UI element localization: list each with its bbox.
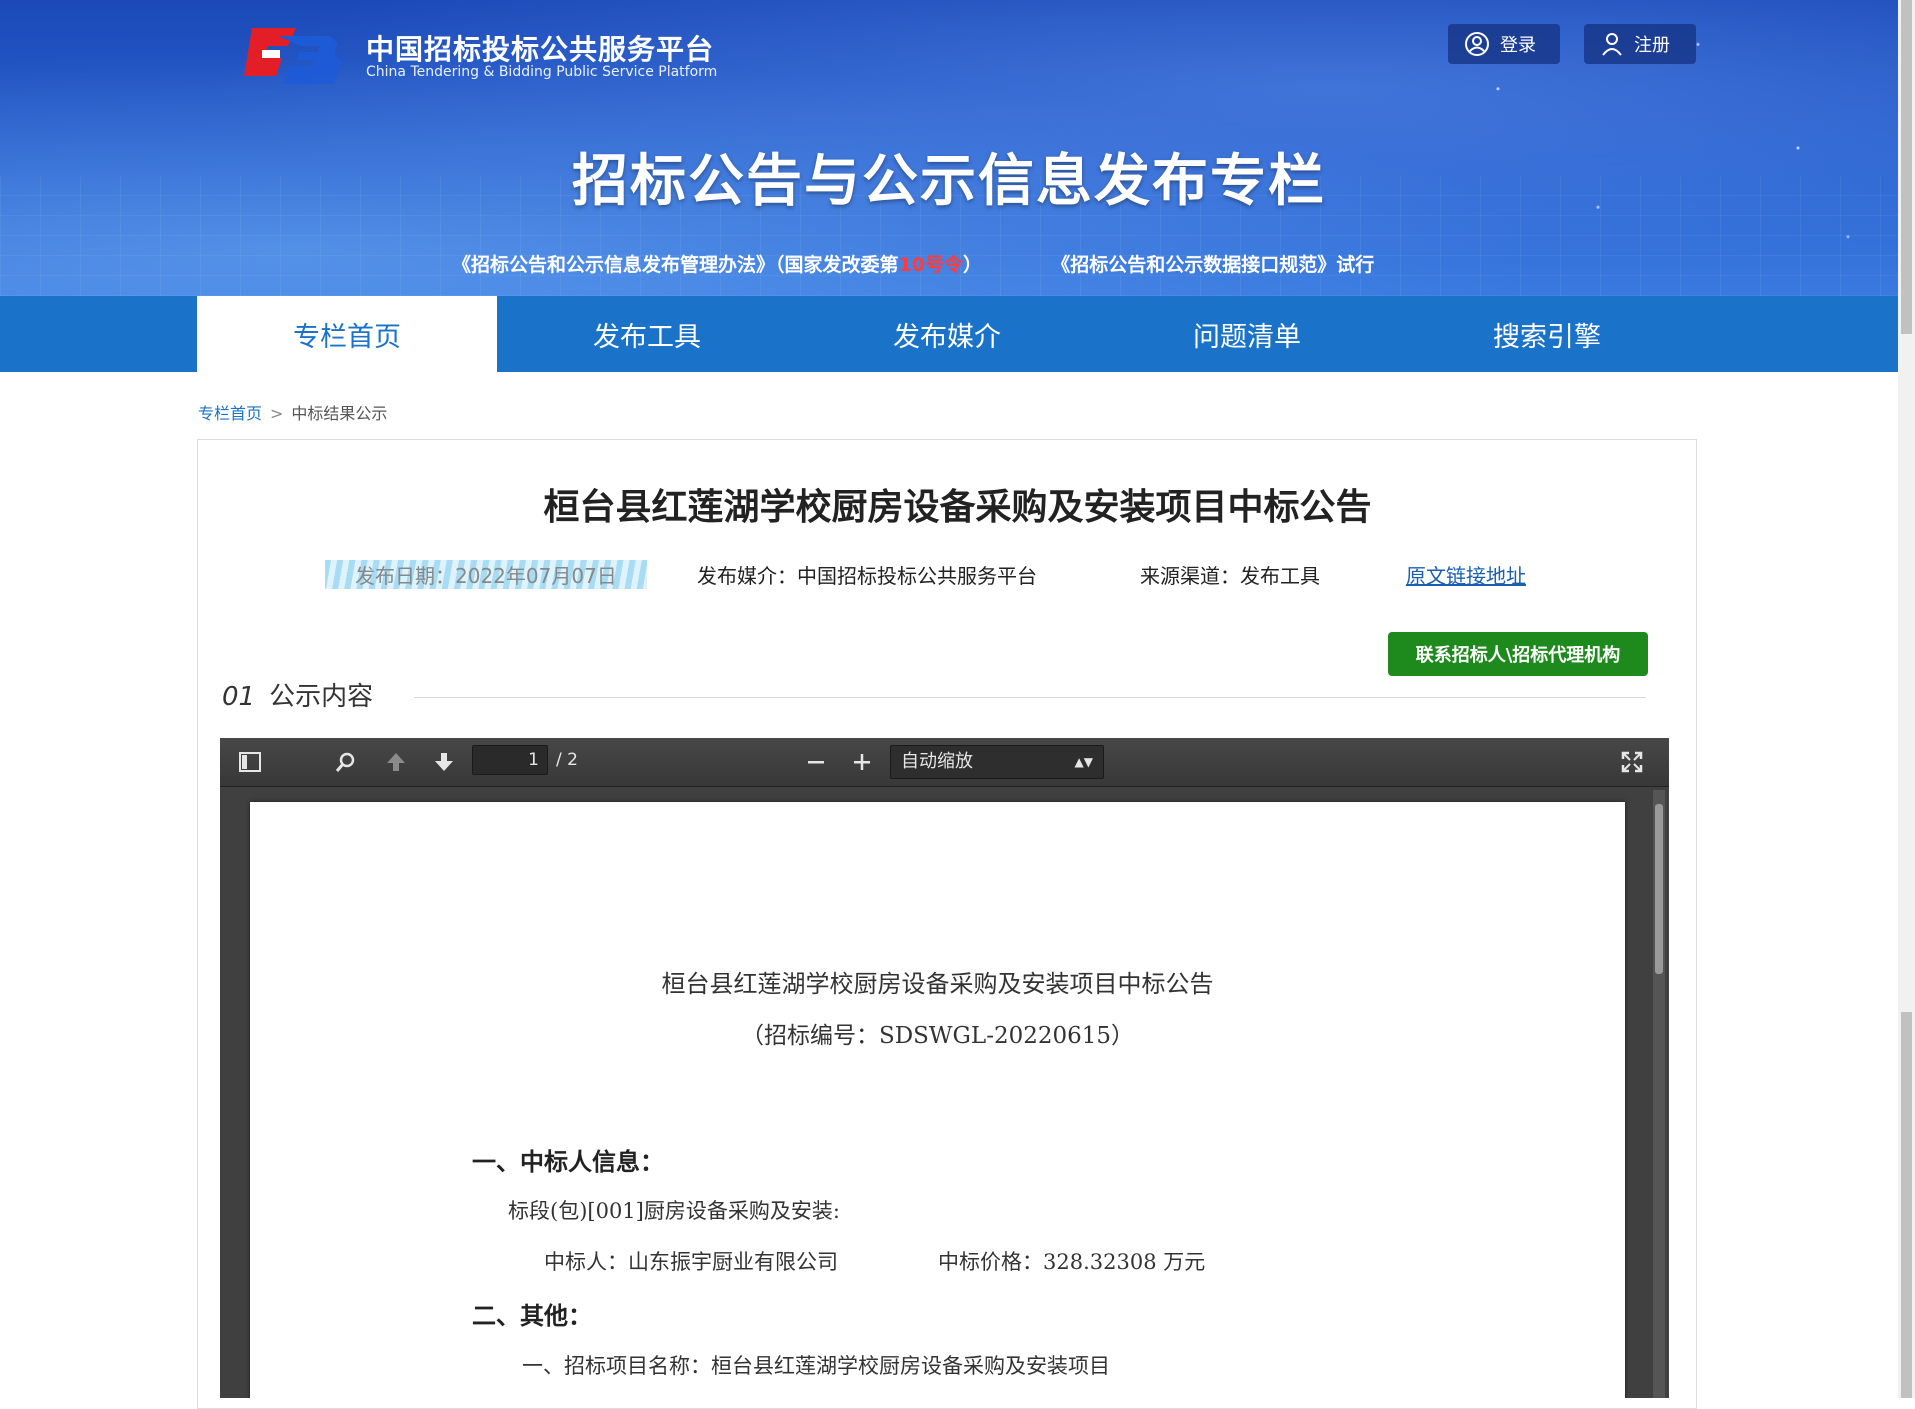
login-label: 登录 [1500,35,1536,56]
banner-title: 招标公告与公示信息发布专栏 [572,149,1326,214]
article-title: 桓台县红莲湖学校厨房设备采购及安装项目中标公告 [543,487,1372,528]
select-arrows-icon: ▲▼ [1074,755,1093,769]
zoom-select-value: 自动缩放 [901,751,973,772]
breadcrumb-current: 中标结果公示 [291,404,388,423]
user-circle-icon [1465,32,1489,56]
interface-spec-link[interactable]: 《招标公告和公示数据接口规范》试行 [1051,254,1374,276]
page-number-input[interactable]: 1 [472,745,548,775]
search-icon[interactable] [332,748,360,776]
doc-title: 桓台县红莲湖学校厨房设备采购及安装项目中标公告 [661,970,1214,998]
breadcrumb: 专栏首页 > 中标结果公示 [198,400,387,424]
publish-date: 发布日期：2022年07月07日 [325,560,647,589]
next-page-icon[interactable] [430,748,458,776]
user-icon [1602,33,1622,56]
banner-links: 《招标公告和公示信息发布管理办法》（国家发改委第10号令） 《招标公告和公示数据… [452,250,1374,277]
login-button[interactable]: 登录 [1448,24,1560,64]
publish-media: 发布媒介：中国招标投标公共服务平台 [697,564,1037,588]
nav-item-publish-tools[interactable]: 发布工具 [497,296,797,372]
contact-tenderer-button[interactable]: 联系招标人\招标代理机构 [1388,632,1648,676]
doc-winner: 中标人：山东振宇厨业有限公司 [544,1250,838,1274]
breadcrumb-home-link[interactable]: 专栏首页 [198,404,262,423]
zoom-in-icon[interactable] [848,748,876,776]
pdf-page: 桓台县红莲湖学校厨房设备采购及安装项目中标公告 （招标编号：SDSWGL-202… [250,802,1625,1398]
page-total: / 2 [556,750,578,770]
doc-heading-other: 二、其他： [472,1301,592,1330]
breadcrumb-separator: > [270,404,284,423]
fullscreen-icon[interactable] [1618,748,1646,776]
nav-item-home[interactable]: 专栏首页 [197,296,497,372]
page-scrollbar[interactable] [1898,0,1915,1398]
page-scrollbar-thumb[interactable] [1901,0,1912,334]
previous-page-icon[interactable] [382,748,410,776]
logo-subtitle: China Tendering & Bidding Public Service… [366,64,718,80]
platform-logo-icon[interactable] [238,24,344,88]
doc-project-name: 一、招标项目名称：桓台县红莲湖学校厨房设备采购及安装项目 [522,1354,1110,1378]
section-header: 01 公示内容 [222,676,373,713]
sidebar-toggle-icon[interactable] [236,748,264,776]
doc-lot: 标段(包)[001]厨房设备采购及安装: [508,1199,840,1223]
doc-subtitle: （招标编号：SDSWGL-20220615） [740,1023,1135,1049]
doc-heading-winner-info: 一、中标人信息： [472,1147,664,1176]
pdf-scrollbar-thumb[interactable] [1655,804,1663,974]
original-link[interactable]: 原文链接地址 [1406,560,1526,589]
register-button[interactable]: 注册 [1584,24,1696,64]
pdf-scrollbar[interactable] [1653,790,1665,1398]
section-title: 公示内容 [269,682,374,712]
section-number: 01 [222,682,256,712]
regulation-link[interactable]: 《招标公告和公示信息发布管理办法》（国家发改委第10号令） [452,254,982,276]
source-channel: 来源渠道：发布工具 [1140,564,1320,588]
nav-item-search-engine[interactable]: 搜索引擎 [1397,296,1697,372]
pdf-toolbar: 1 / 2 自动缩放 ▲▼ [220,738,1669,787]
page-scrollbar-thumb-lower[interactable] [1901,1012,1912,1398]
nav-item-faq[interactable]: 问题清单 [1097,296,1397,372]
register-label: 注册 [1634,35,1670,56]
logo-title[interactable]: 中国招标投标公共服务平台 [366,28,714,68]
header-banner: 中国招标投标公共服务平台 China Tendering & Bidding P… [0,0,1898,296]
nav-item-publish-media[interactable]: 发布媒介 [797,296,1097,372]
zoom-out-icon[interactable] [802,748,830,776]
pdf-viewer[interactable]: 1 / 2 自动缩放 ▲▼ 桓台县红莲湖学校厨房设备采购及安装项目中标公告 （招… [220,738,1669,1398]
zoom-select[interactable]: 自动缩放 ▲▼ [890,745,1104,779]
doc-price: 中标价格：328.32308 万元 [938,1250,1206,1274]
main-nav: 专栏首页 发布工具 发布媒介 问题清单 搜索引擎 [0,296,1898,372]
section-divider [414,697,1646,698]
